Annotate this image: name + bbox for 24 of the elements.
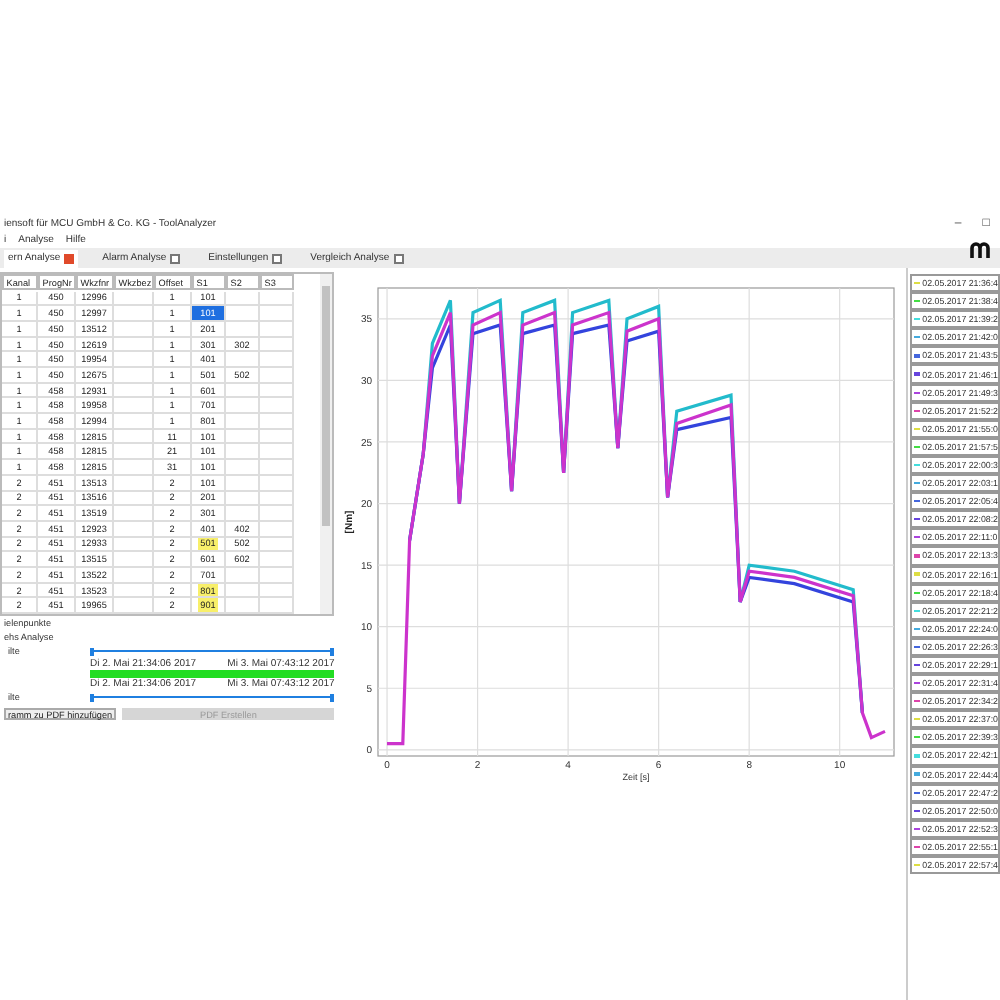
empty-cell [260, 521, 294, 538]
empty-cell [114, 444, 154, 461]
tab-icon [393, 253, 404, 263]
range-slider[interactable] [90, 647, 335, 656]
empty-cell [114, 521, 154, 538]
empty-cell [260, 444, 294, 461]
empty-cell [114, 321, 154, 338]
empty-cell [260, 398, 294, 415]
scrollbar[interactable] [320, 274, 333, 615]
empty-cell [114, 598, 154, 615]
empty-cell [114, 475, 154, 492]
tab-icon [272, 253, 283, 263]
tab-icon [170, 253, 181, 263]
range-slider[interactable] [90, 693, 335, 702]
empty-cell [114, 398, 154, 415]
logo-icon [970, 240, 994, 260]
empty-cell [260, 352, 294, 369]
empty-cell [260, 321, 294, 338]
empty-cell [260, 567, 294, 584]
tab-icon [64, 253, 75, 263]
empty-cell [114, 567, 154, 584]
empty-cell [260, 475, 294, 492]
empty-cell [260, 598, 294, 615]
empty-cell [114, 352, 154, 369]
